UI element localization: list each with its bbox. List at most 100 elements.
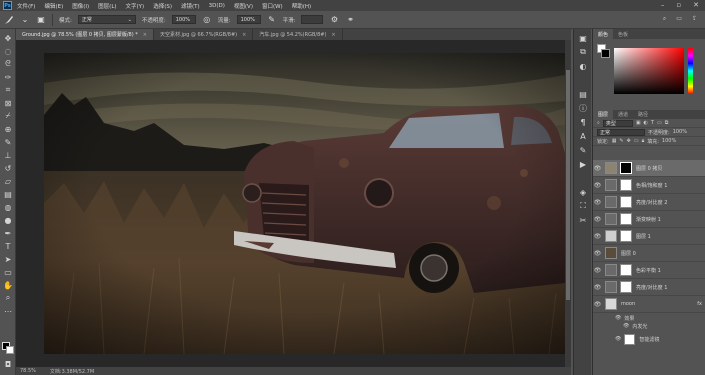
opacity-input[interactable]: 100% bbox=[171, 15, 196, 24]
layer-mask-thumbnail[interactable] bbox=[620, 264, 632, 276]
close-icon[interactable]: × bbox=[331, 32, 335, 38]
zoom-tool-icon[interactable]: ⌕ bbox=[3, 293, 13, 303]
visibility-eye-icon[interactable]: 👁︎ bbox=[615, 315, 621, 321]
quick-mask-icon[interactable]: ◘ bbox=[3, 359, 13, 369]
layer-row[interactable]: 👁︎ moon fx bbox=[593, 296, 705, 313]
close-icon[interactable]: × bbox=[143, 32, 147, 38]
tab-swatches[interactable]: 色板 bbox=[613, 29, 633, 39]
libraries-icon[interactable]: ▤ bbox=[578, 89, 588, 99]
visibility-eye-icon[interactable]: 👁︎ bbox=[593, 233, 602, 240]
rectangle-tool-icon[interactable]: ▭ bbox=[3, 267, 13, 277]
menu-layer[interactable]: 图层(L) bbox=[98, 2, 116, 10]
tab-layers[interactable]: 图层 bbox=[593, 110, 614, 119]
close-icon[interactable]: × bbox=[242, 32, 246, 38]
close-icon[interactable]: ✕ bbox=[693, 1, 699, 9]
tab-ground[interactable]: Ground.jpg @ 78.5% (图层 0 拷贝, 图层蒙版/8) * × bbox=[16, 29, 154, 40]
layer-row[interactable]: 👁︎ 亮度/对比度 2 bbox=[593, 194, 705, 211]
lock-position-icon[interactable]: ✥ bbox=[627, 138, 631, 144]
lock-artboard-icon[interactable]: ▭ bbox=[634, 138, 639, 144]
color-field[interactable] bbox=[614, 48, 684, 94]
filter-type-icon[interactable]: T bbox=[651, 120, 654, 126]
layer-row[interactable]: 👁︎ 色相/饱和度 1 bbox=[593, 177, 705, 194]
info-icon[interactable]: ⓘ bbox=[578, 103, 588, 113]
layer-opacity-value[interactable]: 100% bbox=[673, 129, 687, 135]
menu-edit[interactable]: 编辑(E) bbox=[44, 2, 63, 10]
smart-filters-row[interactable]: 👁︎ 智能滤镜 bbox=[593, 332, 705, 346]
layer-row[interactable]: 👁︎ 亮度/对比度 1 bbox=[593, 279, 705, 296]
layer-mask-thumbnail[interactable] bbox=[620, 179, 632, 191]
layer-row[interactable]: 👁︎ 图层 0 bbox=[593, 245, 705, 262]
adjustments-icon[interactable]: ◐ bbox=[578, 61, 588, 71]
effects-row[interactable]: 👁︎ 效果 bbox=[593, 314, 705, 322]
dodge-tool-icon[interactable]: ● bbox=[3, 215, 13, 225]
tab-channels[interactable]: 通道 bbox=[613, 110, 633, 119]
hand-tool-icon[interactable]: ✋ bbox=[3, 280, 13, 290]
layer-mask-thumbnail[interactable] bbox=[620, 213, 632, 225]
tools-preset-icon[interactable]: ✂ bbox=[578, 215, 588, 225]
layer-mask-thumbnail[interactable] bbox=[620, 162, 632, 174]
gear-icon[interactable]: ⚙ bbox=[329, 15, 339, 25]
visibility-eye-icon[interactable]: 👁︎ bbox=[593, 182, 602, 189]
visibility-eye-icon[interactable]: 👁︎ bbox=[593, 199, 602, 206]
lock-image-icon[interactable]: ✎ bbox=[619, 138, 623, 144]
more-tools-icon[interactable]: ⋯ bbox=[3, 306, 13, 316]
document-canvas[interactable] bbox=[44, 53, 565, 354]
mode-select[interactable]: 正常 ⌄ bbox=[77, 15, 136, 24]
workspace-icon[interactable]: ▭ bbox=[676, 15, 682, 23]
actions-icon[interactable]: ▶ bbox=[578, 159, 588, 169]
character-icon[interactable]: A bbox=[578, 131, 588, 141]
frame-tool-icon[interactable]: ⊠ bbox=[3, 98, 13, 108]
brush-settings-icon[interactable]: ▣ bbox=[36, 15, 46, 25]
filter-pixel-icon[interactable]: ▣ bbox=[636, 120, 641, 126]
pen-tool-icon[interactable]: ✒ bbox=[3, 228, 13, 238]
brushes-icon[interactable]: ✎ bbox=[578, 145, 588, 155]
search-icon[interactable]: ⌕ bbox=[663, 15, 666, 23]
brush-tool-icon[interactable]: ✎ bbox=[3, 137, 13, 147]
path-select-tool-icon[interactable]: ➤ bbox=[3, 254, 13, 264]
layer-mask-thumbnail[interactable] bbox=[620, 230, 632, 242]
pressure-opacity-icon[interactable]: ◎ bbox=[202, 15, 212, 25]
type-tool-icon[interactable]: T bbox=[3, 241, 13, 251]
glyphs-icon[interactable]: ◈ bbox=[578, 187, 588, 197]
visibility-eye-icon[interactable]: 👁︎ bbox=[593, 165, 602, 172]
tab-color[interactable]: 颜色 bbox=[593, 29, 614, 39]
clone-stamp-tool-icon[interactable]: ⊥ bbox=[3, 150, 13, 160]
menu-type[interactable]: 文字(Y) bbox=[126, 2, 145, 10]
lock-all-icon[interactable]: 🔒︎ bbox=[642, 138, 645, 144]
scroll-thumb[interactable] bbox=[566, 70, 570, 300]
hue-slider[interactable] bbox=[688, 48, 693, 94]
menu-help[interactable]: 帮助(H) bbox=[292, 2, 311, 10]
menu-filter[interactable]: 滤镜(T) bbox=[181, 2, 200, 10]
tab-sky[interactable]: 天空素材.jpg @ 66.7%(RGB/8#) × bbox=[154, 29, 254, 40]
properties-icon[interactable]: ⧉ bbox=[578, 47, 588, 57]
crop-tool-icon[interactable]: ⌗ bbox=[3, 85, 13, 95]
canvas-area[interactable] bbox=[16, 40, 571, 367]
gradient-tool-icon[interactable]: ▤ bbox=[3, 189, 13, 199]
filter-smart-icon[interactable]: ⧉ bbox=[665, 120, 669, 126]
blur-tool-icon[interactable]: ◍ bbox=[3, 202, 13, 212]
eyedropper-tool-icon[interactable]: ⌿ bbox=[3, 111, 13, 121]
background-color-swatch[interactable] bbox=[601, 49, 610, 58]
maximize-icon[interactable]: ▫ bbox=[676, 1, 681, 9]
smoothing-input[interactable] bbox=[301, 15, 324, 24]
menu-window[interactable]: 窗口(W) bbox=[262, 2, 283, 10]
move-tool-icon[interactable]: ✥ bbox=[3, 33, 13, 43]
outer-glow-row[interactable]: 👁︎ 内发光 bbox=[593, 322, 705, 330]
history-brush-tool-icon[interactable]: ↺ bbox=[3, 163, 13, 173]
vertical-scrollbar[interactable] bbox=[565, 40, 571, 367]
visibility-eye-icon[interactable]: 👁︎ bbox=[593, 267, 602, 274]
flow-input[interactable]: 100% bbox=[236, 15, 261, 24]
kind-filter-select[interactable]: 类型 bbox=[602, 119, 633, 127]
menu-file[interactable]: 文件(F) bbox=[17, 2, 35, 10]
layer-row[interactable]: 👁︎ 图层 1 bbox=[593, 228, 705, 245]
visibility-eye-icon[interactable]: 👁︎ bbox=[615, 336, 621, 342]
fill-value[interactable]: 100% bbox=[662, 138, 676, 144]
minimize-icon[interactable]: – bbox=[661, 1, 665, 9]
zoom-level[interactable]: 78.5% bbox=[20, 368, 36, 374]
tab-car[interactable]: 汽车.jpg @ 54.2%(RGB/8#) × bbox=[253, 29, 343, 40]
filter-adjustment-icon[interactable]: ◐ bbox=[644, 120, 648, 126]
brush-preset-icon[interactable]: ⌄ bbox=[20, 15, 30, 25]
share-icon[interactable]: ⇪ bbox=[692, 15, 697, 23]
menu-view[interactable]: 视图(V) bbox=[234, 2, 253, 10]
quick-select-tool-icon[interactable]: ✑ bbox=[3, 72, 13, 82]
